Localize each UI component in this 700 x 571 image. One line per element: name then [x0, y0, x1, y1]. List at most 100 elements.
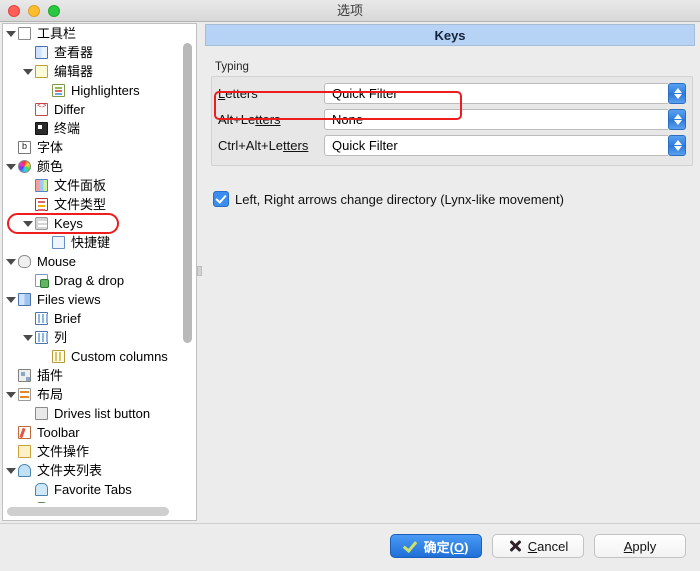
- file-operations-icon: [17, 444, 33, 459]
- ctrl-alt-letters-combobox[interactable]: Quick Filter: [324, 135, 686, 156]
- tree-item[interactable]: 颜色: [3, 157, 181, 176]
- tree-expander-open-icon[interactable]: [5, 389, 16, 400]
- tree-expander-placeholder: [22, 484, 33, 495]
- favorite-tabs-icon: [34, 482, 50, 497]
- alt-letters-combobox[interactable]: None: [324, 109, 686, 130]
- tree-item[interactable]: Brief: [3, 309, 181, 328]
- tree-item[interactable]: Keys: [3, 214, 181, 233]
- tree-expander-placeholder: [22, 47, 33, 58]
- drag-drop-icon: [34, 273, 50, 288]
- ok-button[interactable]: 确定(O): [390, 534, 482, 558]
- drives-list-button-icon: [34, 406, 50, 421]
- tree-expander-open-icon[interactable]: [22, 66, 33, 77]
- tree-expander-open-icon[interactable]: [5, 294, 16, 305]
- layout-icon: [17, 387, 33, 402]
- tree-expander-placeholder: [39, 237, 50, 248]
- tree-expander-open-icon[interactable]: [22, 218, 33, 229]
- tree-expander-placeholder: [22, 123, 33, 134]
- tree-item[interactable]: Favorite Tabs: [3, 480, 181, 499]
- folder-tabs-extra-icon: [34, 501, 50, 503]
- tree-expander-open-icon[interactable]: [5, 28, 16, 39]
- letters-combobox-value[interactable]: Quick Filter: [324, 83, 668, 104]
- tree-item[interactable]: 文件操作: [3, 442, 181, 461]
- typing-fields-box: Letters Quick Filter Alt+Letters None Ct…: [211, 76, 693, 166]
- tree-item[interactable]: Drag & drop: [3, 271, 181, 290]
- panel-splitter[interactable]: [197, 23, 202, 521]
- tree-item-label: Drag & drop: [54, 273, 125, 288]
- tree-item-label: Mouse: [37, 254, 77, 269]
- tree-item[interactable]: 文件面板: [3, 176, 181, 195]
- field-row-ctrl-alt-letters: Ctrl+Alt+Letters Quick Filter: [218, 133, 686, 158]
- tree-expander-placeholder: [5, 446, 16, 457]
- tree-expander-placeholder: [5, 142, 16, 153]
- tree-item[interactable]: 快捷键: [3, 233, 181, 252]
- tree-expander-placeholder: [22, 104, 33, 115]
- colors-wheel-icon: [17, 159, 33, 174]
- lynx-movement-checkbox[interactable]: [213, 191, 229, 207]
- ctrl-alt-letters-combobox-stepper-icon[interactable]: [668, 135, 686, 156]
- tree-item[interactable]: 文件夹列表: [3, 461, 181, 480]
- tree-item-label: 快捷键: [71, 235, 111, 250]
- ctrl-alt-letters-label-pre: Ctrl+Alt+Le: [218, 138, 284, 153]
- tree-horizontal-scrollbar[interactable]: [4, 504, 180, 519]
- columns-icon: [34, 330, 50, 345]
- tree-item[interactable]: Mouse: [3, 252, 181, 271]
- tree-item[interactable]: Highlighters: [3, 81, 181, 100]
- tree-item[interactable]: Differ: [3, 100, 181, 119]
- tree-item[interactable]: 文件类型: [3, 195, 181, 214]
- ctrl-alt-letters-combobox-value[interactable]: Quick Filter: [324, 135, 668, 156]
- tree-item[interactable]: 终端: [3, 119, 181, 138]
- letters-label: Letters: [218, 86, 324, 101]
- title-bar: 选项: [0, 0, 700, 22]
- letters-combobox-stepper-icon[interactable]: [668, 83, 686, 104]
- ok-button-label: 确定(O): [423, 539, 469, 555]
- tree-item[interactable]: Folder tabs extra: [3, 499, 181, 503]
- tree-item[interactable]: Files views: [3, 290, 181, 309]
- keys-icon: [34, 216, 50, 231]
- letters-label-rest: etters: [225, 86, 258, 101]
- folder-tabs-icon: [17, 463, 33, 478]
- splitter-grip[interactable]: [197, 266, 202, 276]
- tree-item-label: 颜色: [37, 159, 64, 174]
- alt-letters-combobox-value[interactable]: None: [324, 109, 668, 130]
- tree-vertical-scrollbar-thumb[interactable]: [183, 43, 192, 343]
- alt-letters-label-accel: tters: [255, 112, 281, 127]
- brief-icon: [34, 311, 50, 326]
- tree-item[interactable]: 字体: [3, 138, 181, 157]
- custom-columns-icon: [51, 349, 67, 364]
- tree-item[interactable]: Custom columns: [3, 347, 181, 366]
- tree-expander-open-icon[interactable]: [5, 161, 16, 172]
- window-title: 选项: [336, 3, 363, 18]
- tree-expander-open-icon[interactable]: [22, 332, 33, 343]
- tree-vertical-scrollbar[interactable]: [180, 25, 195, 502]
- letters-combobox[interactable]: Quick Filter: [324, 83, 686, 104]
- tree-item[interactable]: 布局: [3, 385, 181, 404]
- lynx-movement-checkbox-row[interactable]: Left, Right arrows change directory (Lyn…: [213, 191, 564, 207]
- font-icon: [17, 140, 33, 155]
- tree-item-label: 工具栏: [37, 26, 77, 41]
- tree-horizontal-scrollbar-thumb[interactable]: [7, 507, 169, 516]
- tree-expander-open-icon[interactable]: [5, 256, 16, 267]
- differ-icon: [34, 102, 50, 117]
- tree-item[interactable]: Drives list button: [3, 404, 181, 423]
- tree-item-label: 文件夹列表: [37, 463, 103, 478]
- tree-item[interactable]: 列: [3, 328, 181, 347]
- tree-item-label: 文件操作: [37, 444, 90, 459]
- tree-item-label: Highlighters: [71, 83, 140, 98]
- checkmark-icon: [404, 539, 418, 553]
- tree-item[interactable]: Toolbar: [3, 423, 181, 442]
- x-mark-icon: [508, 539, 522, 553]
- settings-tree[interactable]: 工具栏查看器编辑器 Highlighters Differ 终端字体颜色文件面板文件类…: [3, 24, 181, 503]
- cancel-button[interactable]: Cancel: [492, 534, 584, 558]
- tree-item[interactable]: 查看器: [3, 43, 181, 62]
- apply-button[interactable]: Apply: [594, 534, 686, 558]
- tree-item[interactable]: 插件: [3, 366, 181, 385]
- tree-item[interactable]: 编辑器: [3, 62, 181, 81]
- alt-letters-label-pre: Alt+Le: [218, 112, 256, 127]
- tree-item-label: 文件面板: [54, 178, 107, 193]
- tree-expander-open-icon[interactable]: [5, 465, 16, 476]
- tree-item-label: Brief: [54, 311, 81, 326]
- terminal-icon: [34, 121, 50, 136]
- tree-item[interactable]: 工具栏: [3, 24, 181, 43]
- alt-letters-combobox-stepper-icon[interactable]: [668, 109, 686, 130]
